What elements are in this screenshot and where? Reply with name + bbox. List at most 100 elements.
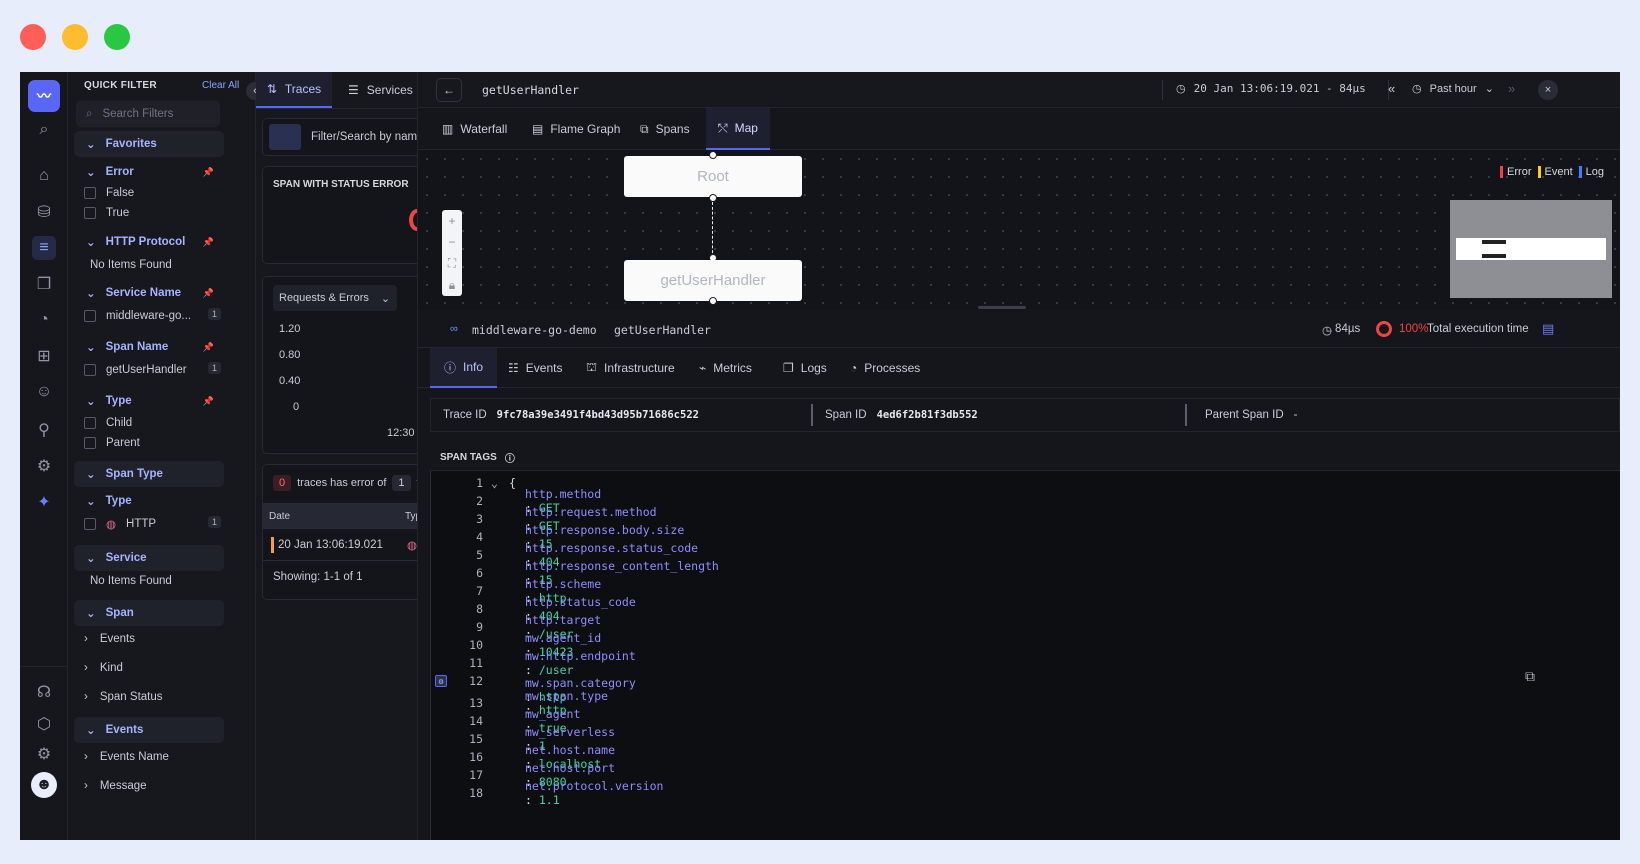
panel-toggle-icon[interactable]: ▤ [1542,321,1554,337]
package-icon[interactable]: ⬡ [32,712,56,736]
settings-icon[interactable]: ⚙ [32,742,56,766]
group-service-name[interactable]: ⌄ Service Name 📌 [74,280,224,306]
tab-services[interactable]: ☰ Services [348,72,413,108]
option-type-parent[interactable]: Parent [84,434,140,452]
pin-icon[interactable]: 📌 [203,342,214,353]
tab-processes[interactable]: ◔ Processes [850,348,920,388]
tab-map[interactable]: ⤲ Map [706,108,770,150]
time-range-select[interactable]: ◷ Past hour ⌄ [1412,82,1494,96]
map-node-root[interactable]: Root [624,156,802,197]
pin-icon[interactable]: 📌 [203,288,214,299]
option-span-name[interactable]: getUserHandler 1 [84,361,224,379]
span-tags-json[interactable]: 1 ⌄{ 2 http.method : GET 3 http.request.met… [430,470,1620,840]
minimize-window-dot[interactable] [62,24,88,50]
option-error-true[interactable]: True [84,204,129,222]
sub-message[interactable]: › Message [84,780,147,792]
column-type[interactable]: Typ [405,511,417,522]
fit-view-icon[interactable]: ⛶ [448,256,456,271]
tab-traces[interactable]: ⇅ Traces [256,72,332,108]
group-span[interactable]: ⌄ Span [74,600,224,626]
ai-sparkle-icon[interactable]: ✦ [32,490,56,514]
map-node-getuserhandler[interactable]: getUserHandler [624,260,802,301]
node-port [709,151,717,159]
fold-chevron-icon[interactable]: ⌄ [491,476,498,490]
group-type-2[interactable]: ⌄ Type [74,488,224,514]
tab-logs[interactable]: ❐ Logs [783,348,827,388]
checkbox[interactable] [84,310,96,322]
filter-search-input[interactable]: ⌕ Search Filters [76,101,220,127]
user-search-icon[interactable]: ⚲ [32,418,56,442]
pin-icon[interactable]: 📌 [203,237,214,248]
back-button[interactable]: ← [436,78,462,102]
group-http-protocol[interactable]: ⌄ HTTP Protocol 📌 [74,229,224,255]
group-error[interactable]: ⌄ Error 📌 [74,159,224,185]
bot-icon[interactable]: ☺ [32,380,56,404]
pin-icon[interactable]: 📌 [203,396,214,407]
group-label: Span [105,607,134,619]
group-events[interactable]: ⌄ Events [74,717,224,743]
gear-icon[interactable]: ⚙ [435,675,447,687]
prev-range-button[interactable]: « [1388,81,1395,96]
option-type-child[interactable]: Child [84,414,132,432]
events-icon: ☷ [508,361,519,375]
id-value[interactable]: 9fc78a39e3491f4bd43d95b71686c522 [497,409,699,421]
pin-icon[interactable]: 📌 [203,167,214,178]
sub-span-status[interactable]: › Span Status [84,691,163,703]
traces-icon[interactable]: ≡ [32,236,56,260]
database-icon[interactable]: ⛁ [32,200,56,224]
headset-icon[interactable]: ☊ [32,680,56,704]
table-row[interactable]: 20 Jan 13:06:19.021 ◍ [263,529,417,561]
chart-metric-select[interactable]: Requests & Errors ⌄ [273,285,397,311]
checkbox[interactable] [84,437,96,449]
copy-icon[interactable]: ⧉ [1525,669,1535,685]
chevron-down-icon: ⌄ [86,725,96,737]
group-service[interactable]: ⌄ Service [74,545,224,571]
maximize-window-dot[interactable] [104,24,130,50]
clear-all-link[interactable]: Clear All [202,80,239,91]
search-icon[interactable]: ⌕ [32,118,56,142]
group-span-name[interactable]: ⌄ Span Name 📌 [74,334,224,360]
tab-flame-graph[interactable]: ▤ Flame Graph [532,108,620,150]
group-span-type[interactable]: ⌄ Span Type [74,461,224,487]
dashboard-add-icon[interactable]: ⊞ [32,344,56,368]
name-search-input[interactable]: Filter/Search by name [262,118,417,156]
tab-spans[interactable]: ⧉ Spans [640,108,690,150]
user-avatar-icon[interactable]: ☻ [31,772,57,798]
zoom-out-icon[interactable]: − [448,235,455,249]
close-button[interactable]: × [1538,80,1558,100]
zoom-in-icon[interactable]: + [448,214,455,228]
sub-kind[interactable]: › Kind [84,662,123,674]
checkbox[interactable] [84,364,96,376]
info-icon[interactable]: ⓘ [505,450,515,465]
tab-events[interactable]: ☷ Events [508,348,562,388]
settings-gear-icon[interactable]: ⚙ [32,454,56,478]
tab-infrastructure[interactable]: ⛫ Infrastructure [586,348,675,388]
alerts-icon[interactable]: ◔ [32,308,56,332]
legend-log: Log [1578,166,1604,178]
column-date[interactable]: Date [269,511,290,522]
lock-icon[interactable]: 🔒︎ [449,278,455,293]
home-icon[interactable]: ⌂ [32,164,56,188]
sub-events[interactable]: › Events [84,633,135,645]
checkbox[interactable] [84,187,96,199]
checkbox[interactable] [84,518,96,530]
option-type-http[interactable]: ◍ HTTP 1 [84,515,224,533]
resize-handle[interactable] [978,306,1026,309]
checkbox[interactable] [84,207,96,219]
minimap[interactable] [1450,200,1612,298]
tab-info[interactable]: ⓘ Info [430,348,498,388]
next-range-button[interactable]: » [1508,81,1515,96]
option-error-false[interactable]: False [84,184,134,202]
option-service-name[interactable]: middleware-go... 1 [84,307,224,325]
close-window-dot[interactable] [20,24,46,50]
sub-events-name[interactable]: › Events Name [84,751,169,763]
service-map-canvas[interactable]: Root getUserHandler + − ⛶ 🔒︎ Error Event… [418,150,1620,310]
group-type[interactable]: ⌄ Type 📌 [74,388,224,414]
checkbox[interactable] [84,417,96,429]
logs-icon[interactable]: ❐ [32,272,56,296]
id-value[interactable]: 4ed6f2b81f3db552 [877,409,978,421]
tab-metrics[interactable]: ⌁ Metrics [699,348,752,388]
brand-logo-icon[interactable]: 〰 [28,80,60,112]
tab-waterfall[interactable]: ▥ Waterfall [442,108,507,150]
group-favorites[interactable]: ⌄ Favorites [74,131,224,157]
